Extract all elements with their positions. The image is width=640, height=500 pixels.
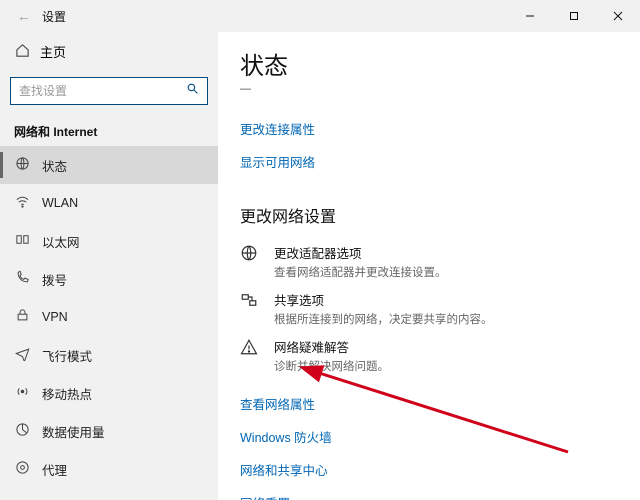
- sidebar-item-ethernet[interactable]: 以太网: [0, 222, 218, 260]
- window-titlebar: ← 设置: [0, 0, 640, 32]
- option-desc: 查看网络适配器并更改连接设置。: [274, 264, 447, 280]
- option-adapter[interactable]: 更改适配器选项 查看网络适配器并更改连接设置。: [218, 233, 640, 280]
- link-change-connection[interactable]: 更改连接属性: [240, 119, 640, 138]
- maximize-button[interactable]: [552, 0, 596, 32]
- content-pane: 状态 — 更改连接属性 显示可用网络 更改网络设置 更改适配器选项 查看网络适配…: [218, 32, 640, 500]
- sidebar-item-dialup[interactable]: 拨号: [0, 260, 218, 298]
- sidebar-item-label: 数据使用量: [42, 422, 105, 441]
- sidebar-item-home[interactable]: 主页: [0, 32, 218, 71]
- option-desc: 诊断并解决网络问题。: [274, 358, 389, 374]
- search-input[interactable]: [19, 84, 186, 98]
- airplane-icon: [14, 346, 30, 364]
- sidebar-item-label: 代理: [42, 460, 67, 479]
- sidebar-item-status[interactable]: 状态: [0, 146, 218, 184]
- sidebar-item-wlan[interactable]: WLAN: [0, 184, 218, 222]
- link-network-sharing-center[interactable]: 网络和共享中心: [240, 460, 640, 479]
- data-usage-icon: [14, 422, 30, 440]
- page-subline: —: [218, 81, 640, 95]
- option-desc: 根据所连接到的网络，决定要共享的内容。: [274, 311, 493, 327]
- proxy-icon: [14, 460, 30, 478]
- wifi-icon: [14, 194, 30, 212]
- option-title: 更改适配器选项: [274, 243, 447, 262]
- home-icon: [14, 43, 30, 61]
- close-button[interactable]: [596, 0, 640, 32]
- sidebar-item-label: 飞行模式: [42, 346, 92, 365]
- globe-icon: [14, 156, 30, 174]
- link-windows-firewall[interactable]: Windows 防火墙: [240, 427, 640, 446]
- sharing-icon: [240, 290, 260, 327]
- back-icon[interactable]: ←: [12, 8, 36, 24]
- vpn-icon: [14, 308, 30, 326]
- search-icon: [186, 82, 199, 100]
- phone-icon: [14, 270, 30, 288]
- sidebar-item-vpn[interactable]: VPN: [0, 298, 218, 336]
- minimize-button[interactable]: [508, 0, 552, 32]
- hotspot-icon: [14, 384, 30, 402]
- sidebar-item-label: WLAN: [42, 196, 78, 210]
- home-label: 主页: [40, 42, 66, 61]
- page-title: 状态: [218, 32, 640, 81]
- option-sharing[interactable]: 共享选项 根据所连接到的网络，决定要共享的内容。: [218, 280, 640, 327]
- sidebar-item-proxy[interactable]: 代理: [0, 450, 218, 488]
- section-change-settings: 更改网络设置: [218, 185, 640, 233]
- option-title: 共享选项: [274, 290, 493, 309]
- link-show-networks[interactable]: 显示可用网络: [240, 152, 640, 171]
- sidebar-item-airplane[interactable]: 飞行模式: [0, 336, 218, 374]
- link-network-reset[interactable]: 网络重置: [240, 493, 640, 500]
- sidebar-item-data-usage[interactable]: 数据使用量: [0, 412, 218, 450]
- search-input-wrap[interactable]: [10, 77, 208, 105]
- sidebar-item-label: VPN: [42, 310, 68, 324]
- link-view-network-props[interactable]: 查看网络属性: [240, 394, 640, 413]
- ethernet-icon: [14, 232, 30, 250]
- sidebar-section-title: 网络和 Internet: [0, 115, 218, 146]
- sidebar-item-label: 移动热点: [42, 384, 92, 403]
- sidebar-item-hotspot[interactable]: 移动热点: [0, 374, 218, 412]
- window-title: 设置: [42, 8, 66, 25]
- sidebar-item-label: 拨号: [42, 270, 67, 289]
- sidebar: 主页 网络和 Internet 状态 WLAN 以太网: [0, 32, 218, 500]
- option-title: 网络疑难解答: [274, 337, 389, 356]
- globe-icon: [240, 243, 260, 280]
- warning-icon: [240, 337, 260, 374]
- option-troubleshoot[interactable]: 网络疑难解答 诊断并解决网络问题。: [218, 327, 640, 374]
- sidebar-item-label: 以太网: [42, 232, 80, 251]
- sidebar-item-label: 状态: [42, 156, 67, 175]
